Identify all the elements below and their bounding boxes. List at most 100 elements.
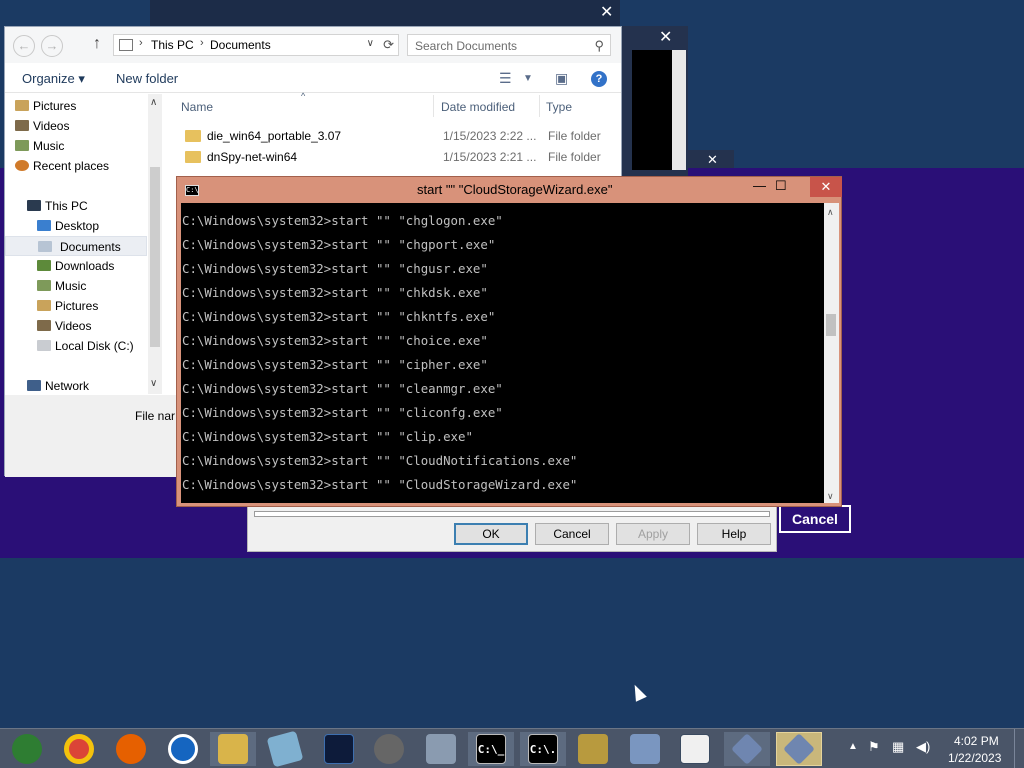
apply-button[interactable]: Apply [616, 523, 690, 545]
refresh-icon[interactable]: ⟳ [383, 37, 394, 53]
taskbar-app-14[interactable] [672, 732, 718, 766]
search-input[interactable]: Search Documents ⚲ [407, 34, 611, 56]
search-icon[interactable]: ⚲ [594, 38, 604, 54]
help-button[interactable]: Help [697, 523, 771, 545]
nav-item-recent-places[interactable]: Recent places [15, 156, 109, 176]
console-line: C:\Windows\system32>start "" "chgport.ex… [182, 237, 496, 252]
breadcrumb-documents[interactable]: Documents [210, 38, 271, 52]
column-header-type[interactable]: Type [546, 100, 572, 114]
column-divider[interactable] [433, 95, 434, 117]
cmd-icon: C:\ [185, 185, 199, 196]
breadcrumb-this-pc[interactable]: This PC [151, 38, 194, 52]
nav-item-desktop[interactable]: Desktop [37, 216, 100, 236]
file-row[interactable]: die_win64_portable_3.07 1/15/2023 2:22 .… [181, 126, 611, 146]
background-close-icon-3[interactable]: ✕ [707, 152, 718, 168]
console-line: C:\Windows\system32>start "" "cliconfg.e… [182, 405, 503, 420]
nav-item-music-2[interactable]: Music [37, 276, 86, 296]
desktop-icon [37, 220, 51, 231]
action-center-flag-icon[interactable]: ⚑ [868, 739, 880, 768]
nav-item-pictures[interactable]: Pictures [15, 96, 76, 116]
cmd-title-bar[interactable]: C:\ start "" "CloudStorageWizard.exe" — … [177, 177, 842, 203]
show-desktop-button[interactable] [1014, 729, 1024, 768]
background-scrollbar[interactable] [672, 50, 686, 170]
background-cancel-button[interactable]: Cancel [779, 505, 851, 533]
taskbar-app-3[interactable] [108, 732, 154, 766]
column-divider[interactable] [539, 95, 540, 117]
skull-app-icon [374, 734, 404, 764]
taskbar-app-2[interactable] [56, 732, 102, 766]
taskbar-app-9[interactable] [418, 732, 464, 766]
folder-icon [185, 151, 201, 163]
flame-app-icon [324, 734, 354, 764]
nav-item-this-pc[interactable]: This PC [27, 196, 88, 216]
taskbar-app-10[interactable]: C:\_ [468, 732, 514, 766]
chevron-down-icon[interactable]: ∨ [150, 378, 157, 389]
clock-date[interactable]: 1/22/2023 [948, 751, 1001, 765]
document-viewer-icon [680, 734, 710, 764]
nav-item-label: Network [45, 379, 90, 393]
show-hidden-icons-icon[interactable]: ▲ [848, 741, 858, 768]
clock-time[interactable]: 4:02 PM [954, 734, 999, 748]
nav-item-music[interactable]: Music [15, 136, 64, 156]
forward-button[interactable]: → [41, 35, 63, 57]
taskbar-app-11[interactable]: C:\. [520, 732, 566, 766]
chevron-up-icon[interactable]: ∧ [827, 207, 834, 218]
column-header-name[interactable]: Name [181, 100, 213, 114]
command-bar: Organize ▾ New folder ☰ ▼ ▣ ? [5, 65, 621, 93]
cmd-console[interactable]: C:\Windows\system32>start "" "chglogon.e… [181, 203, 824, 503]
taskbar-app-12[interactable] [570, 732, 616, 766]
help-icon[interactable]: ? [591, 71, 607, 87]
background-console [632, 50, 672, 170]
taskbar-app-4[interactable] [160, 732, 206, 766]
obama-logo-icon [168, 734, 198, 764]
new-folder-button[interactable]: New folder [116, 71, 178, 86]
taskbar-app-6[interactable] [262, 730, 308, 768]
console-line: C:\Windows\system32>start "" "cleanmgr.e… [182, 381, 503, 396]
up-button[interactable]: ↑ [93, 35, 101, 53]
search-placeholder: Search Documents [415, 39, 518, 53]
preview-pane-icon[interactable]: ▣ [555, 70, 568, 87]
file-date: 1/15/2023 2:22 ... [443, 129, 537, 143]
background-close-icon-2[interactable]: ✕ [659, 27, 672, 47]
view-options-icon[interactable]: ☰ [499, 70, 512, 87]
nav-item-label: Desktop [55, 219, 100, 233]
nav-item-documents[interactable]: Documents [5, 236, 147, 256]
network-status-icon[interactable]: ▦ [892, 739, 904, 768]
taskbar-app-7[interactable] [316, 732, 362, 766]
cmd-scrollbar[interactable] [824, 203, 839, 503]
taskbar-app-13[interactable] [622, 732, 668, 766]
nav-item-videos[interactable]: Videos [15, 116, 69, 136]
chevron-down-icon[interactable]: ▼ [523, 73, 533, 84]
taskbar-app-15[interactable] [724, 732, 770, 766]
cmd-scrollbar-thumb[interactable] [826, 314, 836, 336]
nav-item-videos-2[interactable]: Videos [37, 316, 91, 336]
back-button[interactable]: ← [13, 35, 35, 57]
nav-item-network[interactable]: Network [27, 376, 90, 396]
address-bar[interactable]: › This PC › Documents ∨ ⟳ [113, 34, 399, 56]
minimize-icon[interactable]: — [753, 178, 766, 193]
background-window-title [150, 0, 620, 26]
chevron-down-icon[interactable]: ∨ [827, 491, 834, 502]
ok-button[interactable]: OK [454, 523, 528, 545]
chevron-down-icon[interactable]: ∨ [367, 38, 374, 49]
nav-item-local-disk[interactable]: Local Disk (C:) [37, 336, 134, 356]
taskbar-app-8[interactable] [366, 732, 412, 766]
chevron-up-icon[interactable]: ∧ [150, 97, 157, 108]
organize-menu[interactable]: Organize ▾ [22, 71, 85, 87]
background-close-icon[interactable]: ✕ [600, 2, 613, 22]
downloads-icon [37, 260, 51, 271]
maximize-icon[interactable]: ☐ [775, 178, 787, 194]
file-row[interactable]: dnSpy-net-win64 1/15/2023 2:21 ... File … [181, 147, 611, 167]
nav-item-downloads[interactable]: Downloads [37, 256, 114, 276]
taskbar-app-1[interactable] [4, 732, 50, 766]
taskbar-app-16[interactable] [776, 732, 822, 766]
taskbar-app-5[interactable] [210, 732, 256, 766]
nav-scrollbar-thumb[interactable] [150, 167, 160, 347]
properties-dialog: OK Cancel Apply Help [247, 500, 777, 552]
nav-item-pictures-2[interactable]: Pictures [37, 296, 98, 316]
cancel-button[interactable]: Cancel [535, 523, 609, 545]
volume-icon[interactable]: ◀) [916, 739, 930, 768]
pictures-icon [37, 300, 51, 311]
close-icon[interactable]: ✕ [810, 177, 842, 197]
column-header-date-modified[interactable]: Date modified [441, 100, 515, 114]
